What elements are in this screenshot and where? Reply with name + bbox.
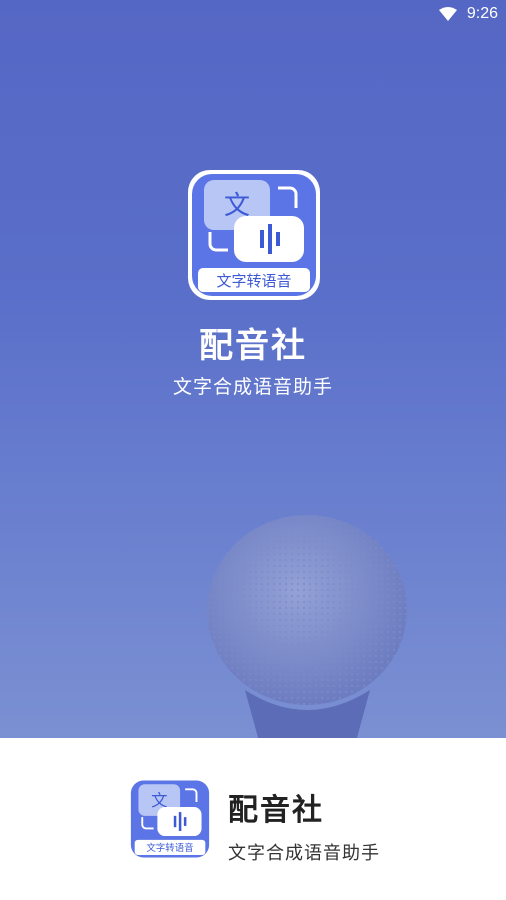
- footer-logo-icon: 文 文字转语音: [128, 778, 212, 860]
- wifi-icon: [438, 7, 457, 21]
- svg-text:文字转语音: 文字转语音: [146, 842, 193, 854]
- app-title: 配音社: [199, 326, 307, 366]
- footer-text: 配音社 文字合成语音助手: [228, 785, 380, 865]
- status-bar: 9:26: [0, 0, 506, 28]
- footer-app-title: 配音社: [228, 793, 324, 828]
- status-time: 9:26: [466, 5, 498, 22]
- app-logo-icon: 文 文字转语音: [188, 170, 320, 300]
- svg-text:文: 文: [151, 791, 167, 810]
- app-tagline: 文字合成语音助手: [172, 376, 333, 398]
- splash-screen: 9:26 文 文字转语音 配音社 文字合成语音助手: [0, 0, 506, 738]
- footer-app-tagline: 文字合成语音助手: [228, 843, 380, 864]
- microphone-image: [207, 515, 407, 738]
- svg-text:文字转语音: 文字转语音: [216, 272, 291, 290]
